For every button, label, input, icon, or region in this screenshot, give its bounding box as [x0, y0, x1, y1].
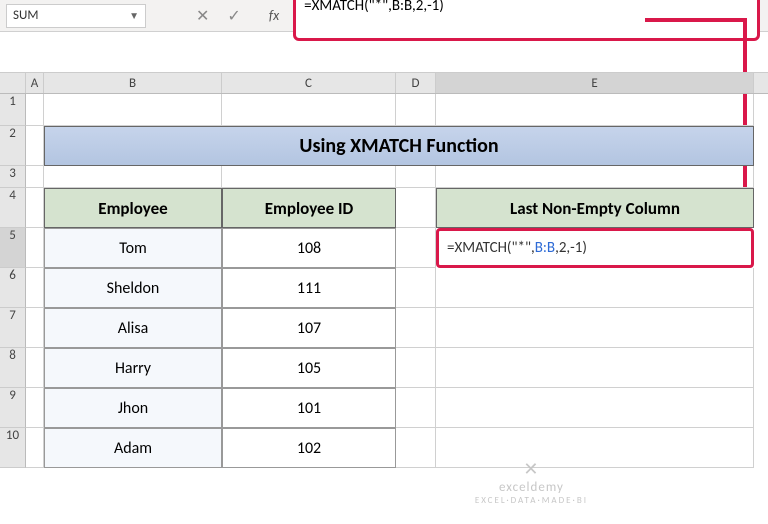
row-head-9[interactable]: 9 [0, 388, 26, 428]
cell-A10[interactable] [26, 428, 44, 468]
cell-E3[interactable] [436, 166, 754, 188]
header-employee[interactable]: Employee [44, 188, 222, 228]
fx-icon[interactable]: fx [269, 7, 279, 24]
header-last-nonempty[interactable]: Last Non-Empty Column [436, 188, 754, 228]
cell-C6[interactable]: 111 [222, 268, 396, 308]
cell-C10[interactable]: 102 [222, 428, 396, 468]
row-head-2[interactable]: 2 [0, 126, 26, 166]
cell-A3[interactable] [26, 166, 44, 188]
cell-E1[interactable] [436, 94, 754, 126]
col-head-D[interactable]: D [396, 73, 436, 93]
cell-B9[interactable]: Jhon [44, 388, 222, 428]
formula-bar[interactable]: =XMATCH("*",B:B,2,-1) [293, 0, 760, 41]
cell-B10[interactable]: Adam [44, 428, 222, 468]
formula-part1: =XMATCH("*", [447, 239, 535, 257]
cell-B3[interactable] [44, 166, 222, 188]
cell-D5[interactable] [396, 228, 436, 268]
cell-D9[interactable] [396, 388, 436, 428]
col-head-A[interactable]: A [26, 73, 44, 93]
row-head-6[interactable]: 6 [0, 268, 26, 308]
select-all-corner[interactable] [0, 73, 26, 93]
cell-A2[interactable] [26, 126, 44, 166]
cell-C9[interactable]: 101 [222, 388, 396, 428]
cell-C5[interactable]: 108 [222, 228, 396, 268]
cell-B1[interactable] [44, 94, 222, 126]
row-head-5[interactable]: 5 [0, 228, 26, 268]
row-head-7[interactable]: 7 [0, 308, 26, 348]
cell-D7[interactable] [396, 308, 436, 348]
title-cell[interactable]: Using XMATCH Function [44, 126, 754, 166]
row-head-10[interactable]: 10 [0, 428, 26, 468]
cell-A8[interactable] [26, 348, 44, 388]
col-head-C[interactable]: C [222, 73, 396, 93]
name-box[interactable]: SUM ▼ [6, 4, 146, 28]
cell-C1[interactable] [222, 94, 396, 126]
chevron-down-icon[interactable]: ▼ [129, 9, 139, 22]
cell-E7[interactable] [436, 308, 754, 348]
cell-E9[interactable] [436, 388, 754, 428]
cell-E5-active[interactable]: =XMATCH("*",B:B,2,-1) [436, 228, 754, 268]
title-text: Using XMATCH Function [299, 134, 498, 158]
cell-D3[interactable] [396, 166, 436, 188]
cell-D1[interactable] [396, 94, 436, 126]
cell-B6[interactable]: Sheldon [44, 268, 222, 308]
spreadsheet-grid[interactable]: A B C D E 1 2 Using XMATCH Function 3 4 … [0, 72, 768, 468]
cell-A7[interactable] [26, 308, 44, 348]
cell-D8[interactable] [396, 348, 436, 388]
row-head-1[interactable]: 1 [0, 94, 26, 126]
cell-A5[interactable] [26, 228, 44, 268]
cell-D4[interactable] [396, 188, 436, 228]
watermark-name: exceldemy [475, 480, 588, 495]
formula-bar-text: =XMATCH("*",B:B,2,-1) [304, 0, 444, 15]
col-head-B[interactable]: B [44, 73, 222, 93]
cancel-icon[interactable]: ✕ [196, 6, 209, 26]
formula-part2: ,2,-1) [555, 239, 587, 257]
col-head-E[interactable]: E [436, 73, 754, 93]
cell-D10[interactable] [396, 428, 436, 468]
cell-C7[interactable]: 107 [222, 308, 396, 348]
watermark-sub: EXCEL·DATA·MADE·BI [475, 495, 588, 506]
cell-A6[interactable] [26, 268, 44, 308]
cell-A4[interactable] [26, 188, 44, 228]
cell-A1[interactable] [26, 94, 44, 126]
row-head-3[interactable]: 3 [0, 166, 26, 188]
cell-E10[interactable] [436, 428, 754, 468]
cell-E6[interactable] [436, 268, 754, 308]
cell-B7[interactable]: Alisa [44, 308, 222, 348]
cell-E8[interactable] [436, 348, 754, 388]
cell-C3[interactable] [222, 166, 396, 188]
enter-icon[interactable]: ✓ [227, 6, 240, 26]
cell-C8[interactable]: 105 [222, 348, 396, 388]
header-employee-id[interactable]: Employee ID [222, 188, 396, 228]
cell-A9[interactable] [26, 388, 44, 428]
cell-B5[interactable]: Tom [44, 228, 222, 268]
row-head-8[interactable]: 8 [0, 348, 26, 388]
name-box-value: SUM [13, 8, 38, 23]
cell-B8[interactable]: Harry [44, 348, 222, 388]
cell-D6[interactable] [396, 268, 436, 308]
formula-ref: B:B [535, 239, 555, 257]
row-head-4[interactable]: 4 [0, 188, 26, 228]
